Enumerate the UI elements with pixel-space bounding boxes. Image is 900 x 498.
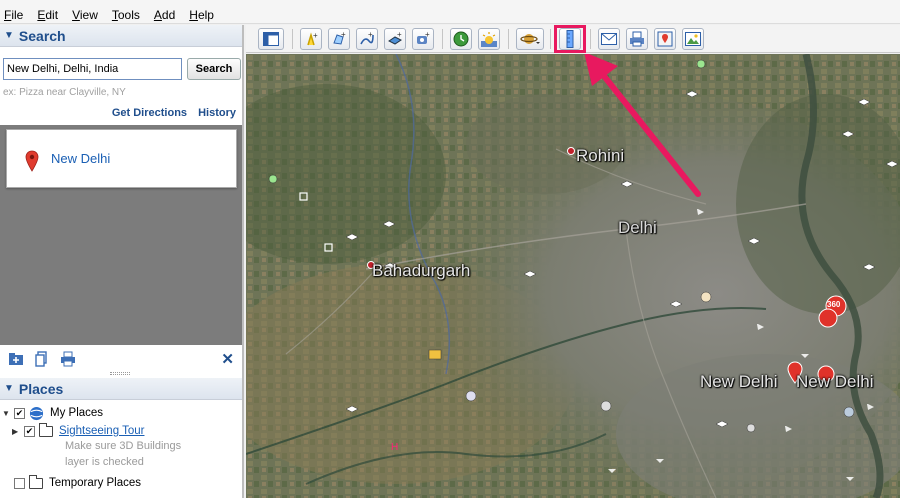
- history-link[interactable]: History: [198, 107, 236, 119]
- checkbox[interactable]: ✔: [14, 407, 25, 419]
- get-directions-link[interactable]: Get Directions: [112, 107, 187, 119]
- maps-icon: [657, 31, 673, 47]
- svg-text:H: H: [391, 442, 398, 453]
- sidebar: ▼ Search Search ex: Pizza near Clayville…: [0, 25, 244, 498]
- tree-item-sightseeing-tour[interactable]: ▶ ✔ Sightseeing Tour: [12, 422, 144, 439]
- map-label-delhi[interactable]: Delhi: [618, 218, 657, 238]
- svg-text:+: +: [341, 31, 346, 39]
- menu-bar: File Edit View Tools Add Help: [0, 0, 900, 24]
- search-panel-header[interactable]: ▼ Search: [0, 25, 242, 47]
- tour-note: Make sure 3D Buildings: [65, 440, 182, 452]
- print-icon: [630, 31, 644, 47]
- map-label-rohini[interactable]: Rohini: [576, 146, 624, 166]
- search-input[interactable]: [3, 58, 182, 80]
- map-view[interactable]: H Rohini Delhi Bahadurgarh New Delhi New…: [246, 54, 900, 498]
- expand-arrow-icon[interactable]: ▶: [12, 427, 21, 436]
- image-overlay-icon: +: [388, 31, 402, 45]
- map-pin-icon: [25, 150, 39, 172]
- folder-icon: [39, 422, 53, 437]
- svg-text:+: +: [397, 31, 402, 39]
- ruler-highlight-box: [554, 25, 586, 53]
- collapse-triangle-icon[interactable]: ▼: [4, 383, 14, 394]
- panel-tools: ✕: [0, 348, 242, 370]
- search-hint: ex: Pizza near Clayville, NY: [3, 87, 126, 98]
- sidebar-icon: [263, 32, 279, 46]
- search-row: Search: [3, 58, 241, 80]
- collapse-arrow-icon[interactable]: ▼: [2, 409, 11, 418]
- map-label-bahadurgarh[interactable]: Bahadurgarh: [372, 261, 470, 281]
- toolbar-separator: [292, 29, 293, 49]
- sun-icon: [481, 32, 497, 47]
- record-tour-icon: +: [417, 31, 430, 44]
- collapse-triangle-icon[interactable]: ▼: [4, 30, 14, 41]
- 360-badge-icon[interactable]: 360: [827, 300, 840, 309]
- tree-item-temporary-places[interactable]: Temporary Places: [14, 474, 141, 491]
- close-icon[interactable]: ✕: [221, 350, 234, 368]
- menu-help[interactable]: Help: [189, 8, 214, 22]
- toolbar-separator: [550, 29, 551, 49]
- svg-text:+: +: [368, 31, 373, 39]
- menu-tools[interactable]: Tools: [112, 8, 140, 22]
- tree-item-my-places[interactable]: ▼ ✔ My Places: [2, 405, 103, 421]
- record-tour-button[interactable]: +: [412, 28, 434, 50]
- search-button[interactable]: Search: [187, 58, 241, 80]
- print-button[interactable]: [626, 28, 648, 50]
- print-icon[interactable]: [60, 351, 76, 367]
- folder-icon: [29, 474, 43, 489]
- resize-grip[interactable]: [110, 372, 130, 375]
- toolbar-separator: [508, 29, 509, 49]
- add-image-overlay-button[interactable]: +: [384, 28, 406, 50]
- placemark-icon: +: [307, 31, 318, 46]
- toolbar-separator: [590, 29, 591, 49]
- map-label-new-delhi[interactable]: New Delhi: [700, 372, 777, 392]
- search-result-name[interactable]: New Delhi: [51, 151, 110, 166]
- places-panel-header[interactable]: ▼ Places: [0, 378, 242, 400]
- email-icon: [601, 33, 617, 45]
- search-links: Get Directions History: [104, 107, 236, 119]
- menu-edit[interactable]: Edit: [37, 8, 58, 22]
- toolbar-separator: [442, 29, 443, 49]
- menu-file[interactable]: File: [4, 8, 23, 22]
- menu-add[interactable]: Add: [154, 8, 175, 22]
- clock-globe-icon: [453, 31, 469, 47]
- add-folder-icon[interactable]: [8, 351, 24, 367]
- svg-text:+: +: [425, 31, 430, 39]
- menu-view[interactable]: View: [72, 8, 98, 22]
- add-placemark-button[interactable]: +: [300, 28, 322, 50]
- switch-planet-button[interactable]: [516, 28, 544, 50]
- copy-icon[interactable]: [34, 351, 50, 367]
- add-polygon-button[interactable]: +: [328, 28, 350, 50]
- checkbox[interactable]: [14, 477, 25, 489]
- planet-icon: [520, 34, 540, 44]
- save-image-button[interactable]: [682, 28, 704, 50]
- globe-icon: [29, 406, 44, 420]
- sunlight-button[interactable]: [478, 28, 500, 50]
- polygon-icon: +: [333, 31, 346, 45]
- sidebar-toggle-button[interactable]: [258, 28, 284, 50]
- add-path-button[interactable]: +: [356, 28, 378, 50]
- tour-note-2: layer is checked: [65, 456, 144, 468]
- satellite-imagery: H: [246, 54, 900, 498]
- image-icon: [685, 32, 701, 46]
- checkbox[interactable]: ✔: [24, 425, 35, 437]
- email-button[interactable]: [598, 28, 620, 50]
- svg-text:+: +: [313, 31, 318, 40]
- view-in-maps-button[interactable]: [654, 28, 676, 50]
- search-result-item[interactable]: New Delhi: [6, 129, 237, 188]
- search-results-pane: New Delhi: [0, 125, 242, 345]
- historical-imagery-button[interactable]: [450, 28, 472, 50]
- map-label-new-delhi-2[interactable]: New Delhi: [796, 372, 873, 392]
- path-icon: +: [360, 31, 374, 45]
